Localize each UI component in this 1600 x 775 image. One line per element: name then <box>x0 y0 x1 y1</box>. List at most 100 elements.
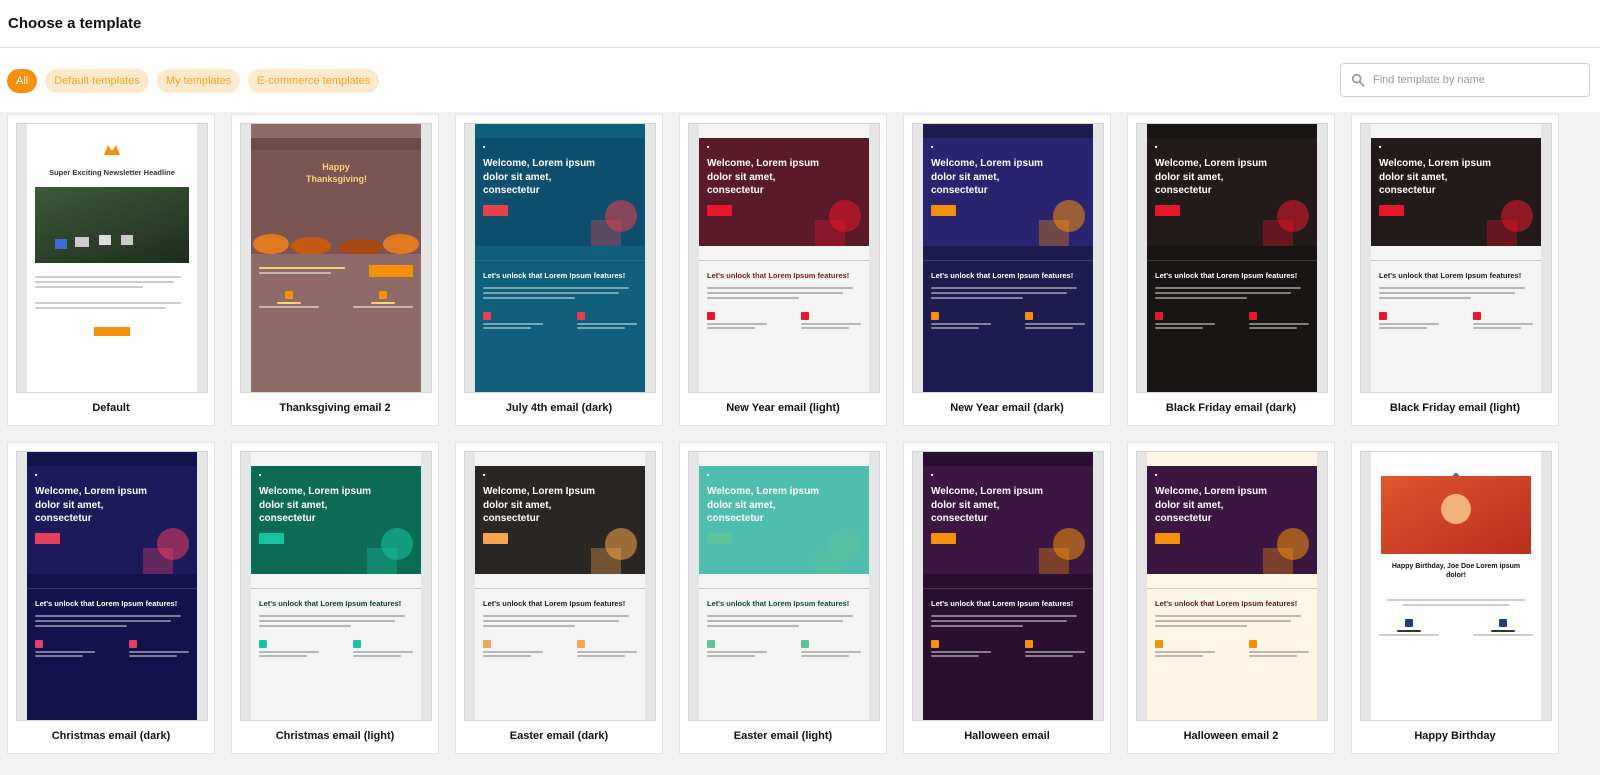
preview-logo: ■ <box>1155 472 1158 477</box>
template-card[interactable]: ■ Welcome, Lorem ipsum dolor sit amet, co… <box>231 442 439 754</box>
preview-topline <box>1147 452 1317 466</box>
preview-hero: ■ Welcome, Lorem ipsum dolor sit amet, co… <box>923 466 1093 574</box>
preview-hero: ■ Welcome, Lorem ipsum dolor sit amet, co… <box>251 466 421 574</box>
template-filters: All Default templates My templates E-com… <box>7 69 380 93</box>
template-thumbnail: ■ Welcome, Lorem ipsum dolor sit amet, co… <box>912 123 1104 393</box>
preview-body-heading: Let's unlock that Lorem Ipsum features! <box>1155 271 1298 280</box>
template-card[interactable]: ■ Welcome, Lorem ipsum dolor sit amet, co… <box>679 442 887 754</box>
preview-topline <box>251 124 421 138</box>
preview-illustration <box>591 200 637 246</box>
preview-body: Let's unlock that Lorem Ipsum features! <box>475 261 645 299</box>
preview-strip <box>475 246 645 261</box>
template-card[interactable]: ■ Welcome, Lorem Ipsum dolor sit amet, co… <box>455 442 663 754</box>
template-thumbnail: ■ Welcome, Lorem ipsum dolor sit amet, co… <box>16 451 208 721</box>
preview-hero: ■ Welcome, Lorem ipsum dolor sit amet, co… <box>1371 138 1541 246</box>
preview-illustration <box>815 528 861 574</box>
preview-features <box>251 277 421 310</box>
preview-features <box>699 302 869 331</box>
template-card[interactable]: ■ Welcome, Lorem ipsum dolor sit amet, co… <box>7 442 215 754</box>
preview-body: Let's unlock that Lorem Ipsum features! <box>1147 261 1317 299</box>
template-thumbnail: ■ Welcome, Lorem ipsum dolor sit amet, co… <box>688 451 880 721</box>
preview-body <box>27 263 197 309</box>
preview-body: Let's unlock that Lorem Ipsum features! <box>699 261 869 299</box>
preview-logo <box>27 138 197 160</box>
preview-illustration <box>1039 528 1085 574</box>
preview-illustration <box>143 528 189 574</box>
template-thumbnail: ■ Welcome, Lorem ipsum dolor sit amet, co… <box>688 123 880 393</box>
search-input[interactable] <box>1373 74 1573 86</box>
template-preview: ■ Welcome, Lorem ipsum dolor sit amet, co… <box>1147 452 1317 720</box>
template-thumbnail: ■ Welcome, Lorem Ipsum dolor sit amet, co… <box>464 451 656 721</box>
filter-ecommerce-templates[interactable]: E-commerce templates <box>248 69 380 93</box>
filter-my-templates[interactable]: My templates <box>156 69 241 93</box>
preview-logo: ■ <box>707 472 710 477</box>
preview-illustration <box>1263 528 1309 574</box>
preview-logo: ■ <box>259 472 262 477</box>
preview-body-heading: Let's unlock that Lorem Ipsum features! <box>931 599 1074 608</box>
pumpkin-illustration <box>253 234 419 254</box>
preview-body: Let's unlock that Lorem Ipsum features! <box>1371 261 1541 299</box>
preview-heading: Happy Thanksgiving! <box>306 162 368 184</box>
template-grid: Super Exciting Newsletter Headline Defaul… <box>0 112 1600 754</box>
preview-logo: ■ <box>1379 144 1382 149</box>
template-preview: ■ Welcome, Lorem ipsum dolor sit amet, co… <box>251 452 421 720</box>
template-name: Happy Birthday <box>1414 730 1496 742</box>
template-card[interactable]: ■ Welcome, Lorem ipsum dolor sit amet, co… <box>1127 442 1335 754</box>
preview-logo: ■ <box>483 144 486 149</box>
preview-body: Let's unlock that Lorem Ipsum features! <box>251 589 421 627</box>
preview-strip <box>475 574 645 589</box>
template-card[interactable]: Happy Birthday, Joe Doe Lorem ipsum dolo… <box>1351 442 1559 754</box>
preview-cta <box>27 323 197 341</box>
template-preview: ■ Welcome, Lorem ipsum dolor sit amet, co… <box>923 452 1093 720</box>
preview-logo: ■ <box>931 472 934 477</box>
template-thumbnail: ■ Welcome, Lorem ipsum dolor sit amet, co… <box>240 451 432 721</box>
template-card[interactable]: Happy Thanksgiving! Thanksgiving email 2 <box>231 114 439 426</box>
template-name: July 4th email (dark) <box>505 402 613 414</box>
preview-body-heading: Let's unlock that Lorem Ipsum features! <box>259 599 402 608</box>
preview-strip <box>27 574 197 589</box>
template-preview: ■ Welcome, Lorem ipsum dolor sit amet, co… <box>923 124 1093 392</box>
preview-nav <box>251 138 421 150</box>
preview-strip <box>1147 246 1317 261</box>
preview-hero: ■ Welcome, Lorem ipsum dolor sit amet, co… <box>699 138 869 246</box>
preview-cta <box>1155 204 1180 216</box>
filter-all[interactable]: All <box>7 69 38 93</box>
preview-photo <box>35 187 189 263</box>
preview-cta <box>483 532 508 544</box>
preview-strip <box>699 574 869 589</box>
preview-topline <box>1371 452 1541 466</box>
template-card[interactable]: ■ Welcome, Lorem ipsum dolor sit amet, co… <box>679 114 887 426</box>
template-thumbnail: Happy Birthday, Joe Doe Lorem ipsum dolo… <box>1360 451 1552 721</box>
template-card[interactable]: ■ Welcome, Lorem ipsum dolor sit amet, co… <box>1351 114 1559 426</box>
template-name: Default <box>92 402 130 414</box>
template-card[interactable]: ■ Welcome, Lorem ipsum dolor sit amet, co… <box>903 114 1111 426</box>
template-card[interactable]: ■ Welcome, Lorem ipsum dolor sit amet, co… <box>903 442 1111 754</box>
template-name: Halloween email <box>964 730 1050 742</box>
template-thumbnail: ■ Welcome, Lorem ipsum dolor sit amet, co… <box>1136 123 1328 393</box>
template-thumbnail: Happy Thanksgiving! <box>240 123 432 393</box>
preview-illustration <box>591 528 637 574</box>
template-name: Black Friday email (dark) <box>1165 402 1297 414</box>
preview-hero: ■ Welcome, Lorem ipsum dolor sit amet, co… <box>27 466 197 574</box>
template-card[interactable]: ■ Welcome, Lorem ipsum dolor sit amet, co… <box>455 114 663 426</box>
preview-features <box>1371 609 1541 638</box>
preview-features <box>923 630 1093 659</box>
template-search[interactable] <box>1340 63 1590 97</box>
preview-heading: Super Exciting Newsletter Headline <box>49 168 175 177</box>
template-card[interactable]: Super Exciting Newsletter Headline Defaul… <box>7 114 215 426</box>
preview-topline <box>699 124 869 138</box>
preview-cta <box>35 532 60 544</box>
template-thumbnail: Super Exciting Newsletter Headline <box>16 123 208 393</box>
template-preview: ■ Welcome, Lorem ipsum dolor sit amet, co… <box>699 452 869 720</box>
template-card[interactable]: ■ Welcome, Lorem ipsum dolor sit amet, co… <box>1127 114 1335 426</box>
preview-body <box>251 254 421 277</box>
preview-photo <box>1381 476 1531 554</box>
preview-cta <box>931 204 956 216</box>
preview-logo: ■ <box>35 472 38 477</box>
preview-topline <box>1371 124 1541 138</box>
filter-default-templates[interactable]: Default templates <box>45 69 149 93</box>
preview-cta <box>1155 532 1180 544</box>
preview-features <box>699 630 869 659</box>
preview-body-heading: Let's unlock that Lorem Ipsum features! <box>1155 599 1298 608</box>
preview-cta <box>707 532 732 544</box>
